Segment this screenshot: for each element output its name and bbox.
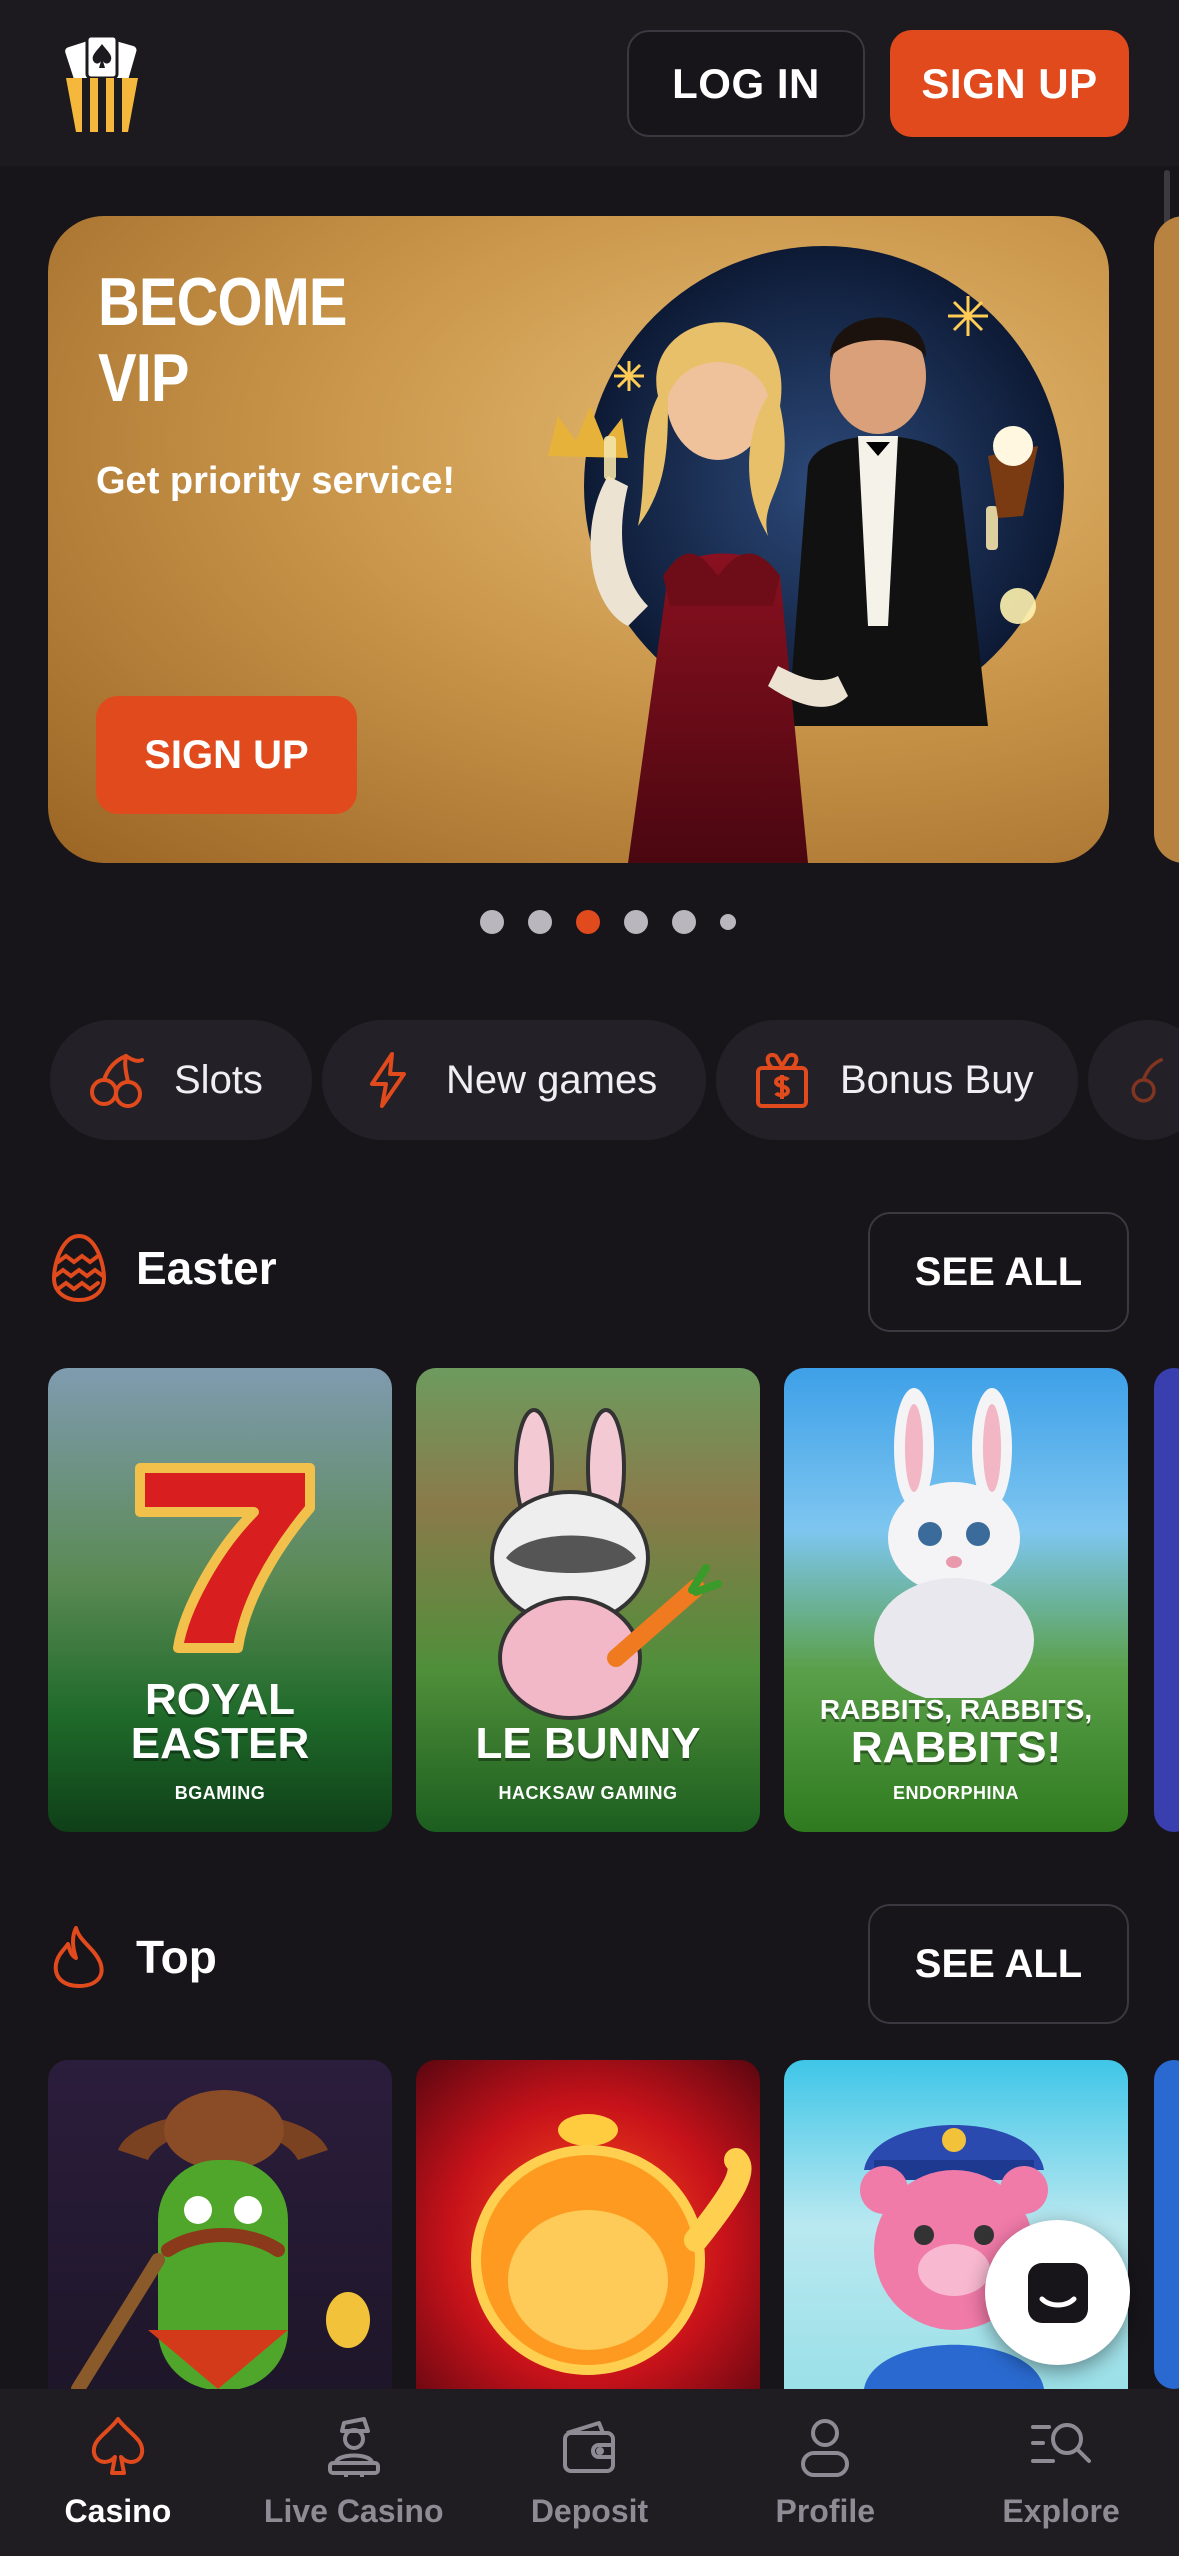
banner-title: BECOME VIP	[98, 264, 347, 416]
chip-more[interactable]	[1088, 1020, 1179, 1140]
teapot-art	[471, 2114, 752, 2375]
nav-casino[interactable]: Casino	[0, 2389, 236, 2556]
easter-egg-icon	[51, 1233, 107, 1303]
chat-icon	[1027, 2262, 1088, 2323]
login-button[interactable]: LOG IN	[627, 30, 865, 137]
chip-label: Bonus Buy	[840, 1057, 1034, 1102]
nav-label: Live Casino	[263, 2493, 444, 2529]
game-title: LE BUNNY	[475, 1719, 701, 1768]
gift-dollar-icon	[756, 1053, 808, 1108]
game-tile-teapot[interactable]	[416, 2060, 760, 2389]
section-header-top: Top	[50, 1924, 217, 1990]
lightning-icon	[370, 1052, 406, 1108]
banner-subtitle: Get priority service!	[96, 460, 456, 502]
carousel-dot-active[interactable]	[576, 910, 600, 934]
carousel-dots	[480, 910, 736, 934]
search-list-icon	[1031, 2423, 1092, 2463]
carousel-dot[interactable]	[480, 910, 504, 934]
nav-explore[interactable]: Explore	[943, 2389, 1179, 2556]
nav-label: Casino	[64, 2493, 172, 2529]
game-title: ROYAL EASTER	[130, 1675, 310, 1768]
nav-label: Explore	[1002, 2493, 1120, 2529]
dealer-icon	[327, 2417, 380, 2477]
game-title: RABBITS, RABBITS, RABBITS!	[819, 1694, 1093, 1772]
nav-live-casino[interactable]: Live Casino	[236, 2389, 472, 2556]
bunny-raccoon-art	[490, 1408, 722, 1720]
section-header-easter: Easter	[50, 1232, 277, 1304]
user-icon	[801, 2419, 850, 2477]
game-tile-rabbits[interactable]: RABBITS, RABBITS, RABBITS! ENDORPHINA	[784, 1368, 1128, 1832]
next-game-peek[interactable]	[1154, 1368, 1179, 1832]
cherry-icon	[90, 1054, 144, 1108]
banner-signup-button[interactable]: SIGN UP	[96, 696, 357, 814]
section-title: Easter	[136, 1242, 277, 1294]
carousel-dot[interactable]	[624, 910, 648, 934]
next-banner-peek[interactable]	[1154, 216, 1179, 863]
chip-slots[interactable]: Slots	[50, 1020, 312, 1140]
game-tile-royal-easter[interactable]: ROYAL EASTER BGAMING	[48, 1368, 392, 1832]
nav-profile[interactable]: Profile	[707, 2389, 943, 2556]
cowboy-cactus-art	[71, 2090, 370, 2389]
top-header: LOG IN SIGN UP	[0, 0, 1179, 166]
white-rabbit-art	[874, 1388, 1034, 1698]
casino-logo[interactable]	[58, 34, 146, 134]
wallet-icon	[563, 2421, 616, 2473]
promo-banner[interactable]: BECOME VIP Get priority service! SIGN UP	[48, 216, 1109, 863]
signup-button[interactable]: SIGN UP	[890, 30, 1129, 137]
nav-label: Deposit	[530, 2493, 649, 2529]
nav-label: Profile	[775, 2493, 876, 2529]
chip-new-games[interactable]: New games	[322, 1020, 706, 1140]
carousel-dot[interactable]	[528, 910, 552, 934]
easter-games-row: ROYAL EASTER BGAMING LE BUNNY HACKSAW GA…	[48, 1368, 1128, 1832]
see-all-easter-button[interactable]: SEE ALL	[868, 1212, 1129, 1332]
game-provider: BGAMING	[174, 1783, 266, 1803]
bottom-nav: Casino Live Casino Deposit Profile Explo…	[0, 2389, 1179, 2556]
section-title: Top	[136, 1931, 217, 1983]
top-games-row	[48, 2060, 1128, 2389]
see-all-top-button[interactable]: SEE ALL	[868, 1904, 1129, 2024]
vip-couple-illustration	[518, 246, 1078, 863]
category-chips: Slots New games Bonus Buy	[50, 1020, 1179, 1140]
lucky-seven-art	[135, 1463, 315, 1653]
nav-deposit[interactable]: Deposit	[472, 2389, 708, 2556]
chip-label: New games	[446, 1057, 658, 1102]
carousel-dot[interactable]	[672, 910, 696, 934]
spade-icon	[91, 2417, 144, 2475]
game-tile-cactus[interactable]	[48, 2060, 392, 2389]
chip-bonus-buy[interactable]: Bonus Buy	[716, 1020, 1078, 1140]
next-game-peek[interactable]	[1154, 2060, 1179, 2389]
carousel-dot[interactable]	[720, 914, 736, 930]
flame-icon	[53, 1926, 104, 1988]
cherry-icon	[1131, 1057, 1164, 1103]
chat-support-button[interactable]	[985, 2220, 1130, 2365]
game-provider: ENDORPHINA	[892, 1783, 1019, 1803]
game-tile-le-bunny[interactable]: LE BUNNY HACKSAW GAMING	[416, 1368, 760, 1832]
chip-label: Slots	[174, 1057, 263, 1102]
game-provider: HACKSAW GAMING	[498, 1783, 678, 1803]
